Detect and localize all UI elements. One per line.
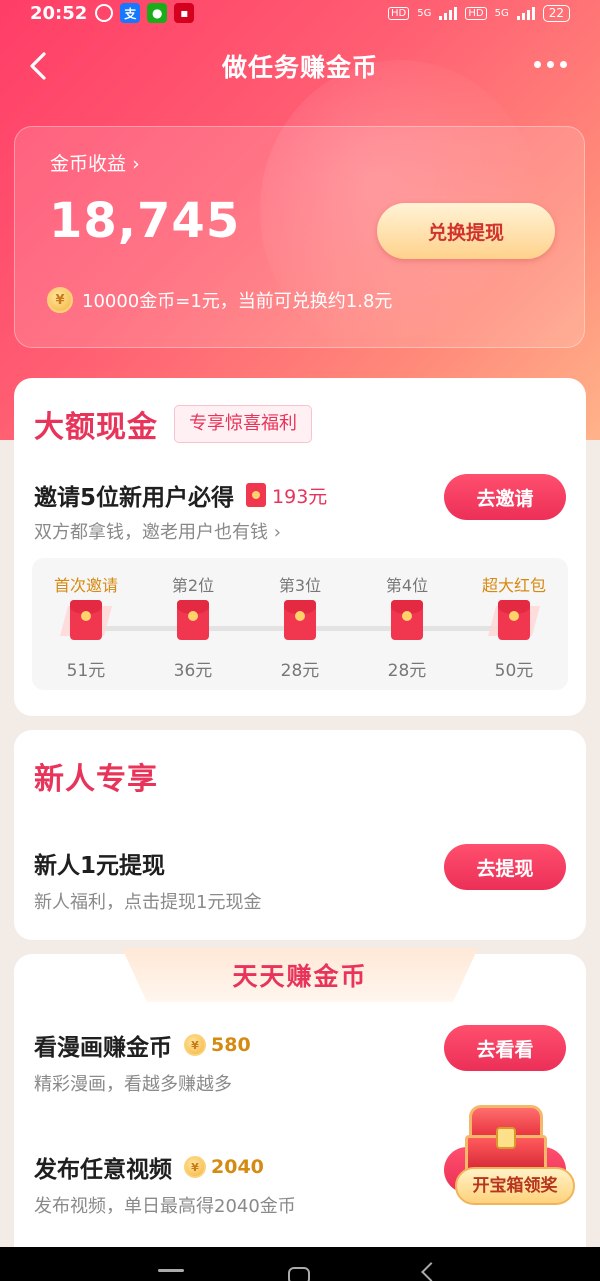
watch-comics-button[interactable]: 去看看: [444, 1025, 566, 1071]
big-cash-card: 大额现金 专享惊喜福利 邀请5位新用户必得 193元 双方都拿钱，邀老用户也有钱…: [14, 378, 586, 716]
invite-task-label: 邀请5位新用户必得: [34, 485, 235, 511]
invite-subtitle-link[interactable]: 双方都拿钱，邀老用户也有钱 ›: [34, 518, 281, 544]
coin-reward: ¥ 2040: [184, 1156, 264, 1178]
status-time: 20:52: [30, 2, 88, 24]
step-label: 首次邀请: [53, 576, 118, 595]
newbie-task-title: 新人1元提现: [34, 853, 166, 879]
big-cash-title: 大额现金: [34, 410, 158, 445]
home-icon[interactable]: [288, 1267, 310, 1281]
newbie-card: 新人专享 新人1元提现 新人福利，点击提现1元现金 去提现: [14, 730, 586, 940]
battery-indicator: 22: [542, 4, 570, 22]
task-title: 看漫画赚金币 ¥ 580: [34, 1028, 251, 1062]
tmall-icon: ▪: [174, 3, 195, 23]
signal-icon: [516, 6, 535, 20]
hd-icon: HD: [465, 6, 487, 20]
wechat-icon: ●: [147, 3, 168, 23]
task-label: 看漫画赚金币: [34, 1035, 172, 1061]
step-amount: 28元: [280, 661, 320, 681]
step-label: 超大红包: [481, 576, 546, 595]
invite-step[interactable]: 超大红包 50元: [464, 572, 564, 681]
alarm-icon: [95, 4, 114, 22]
red-envelope-icon: [498, 600, 530, 640]
coin-reward-amount: 580: [211, 1034, 251, 1056]
red-envelope-icon: [177, 600, 209, 640]
step-label: 第2位: [171, 576, 215, 595]
invite-reward: 193元: [246, 482, 327, 509]
more-icon[interactable]: [534, 54, 570, 74]
menu-icon[interactable]: [158, 1269, 184, 1272]
treasure-chest-widget[interactable]: 开宝箱领奖: [455, 1105, 575, 1209]
red-envelope-icon: [70, 600, 102, 640]
step-amount: 50元: [494, 661, 534, 681]
status-bar: 20:52 支 ● ▪ HD 5G HD 5G 22: [0, 0, 600, 26]
coin-reward: ¥ 580: [184, 1034, 251, 1056]
task-title: 发布任意视频 ¥ 2040: [34, 1150, 264, 1184]
exclusive-benefit-tag: 专享惊喜福利: [174, 405, 312, 443]
coin-earnings-card: 金币收益 › 18,745 兑换提现 ¥ 10000金币=1元，当前可兑换约1.…: [14, 126, 585, 348]
task-label: 发布任意视频: [34, 1157, 172, 1183]
coin-reward-amount: 2040: [211, 1156, 264, 1178]
invite-task-title: 邀请5位新用户必得 193元: [34, 478, 327, 512]
chevron-right-icon: ›: [132, 153, 140, 175]
invite-step[interactable]: 首次邀请 51元: [36, 572, 136, 681]
step-amount: 36元: [173, 661, 213, 681]
lock-icon: [496, 1127, 516, 1149]
system-nav-bar: [0, 1247, 600, 1281]
task-subtitle: 发布视频，单日最高得2040金币: [34, 1196, 296, 1217]
page-title: 做任务赚金币: [221, 53, 378, 82]
invite-reward-amount: 193元: [272, 485, 328, 508]
invite-subtitle: 双方都拿钱，邀老用户也有钱: [34, 522, 268, 543]
newbie-subtitle: 新人福利，点击提现1元现金: [34, 892, 262, 913]
invite-progress-track: 首次邀请 51元 第2位 36元 第3位 28元 第4位 28元 超大红包 50…: [32, 558, 568, 690]
coin-earnings-link[interactable]: 金币收益 ›: [50, 149, 140, 176]
back-icon[interactable]: [24, 50, 56, 82]
coin-icon: ¥: [184, 1034, 206, 1056]
alipay-icon: 支: [120, 3, 141, 23]
withdraw-button[interactable]: 去提现: [444, 844, 566, 890]
network-label: 5G: [494, 7, 509, 19]
red-envelope-icon: [246, 483, 267, 507]
top-bar: 做任务赚金币: [0, 40, 600, 92]
daily-banner-title: 天天赚金币: [232, 962, 368, 991]
invite-button[interactable]: 去邀请: [444, 474, 566, 520]
invite-step[interactable]: 第2位 36元: [143, 572, 243, 681]
step-label: 第4位: [385, 576, 429, 595]
network-label: 5G: [417, 7, 432, 19]
chevron-right-icon: ›: [273, 522, 281, 543]
step-label: 第3位: [278, 576, 322, 595]
coin-icon: ¥: [184, 1156, 206, 1178]
task-subtitle: 精彩漫画，看越多赚越多: [34, 1074, 232, 1095]
newbie-title: 新人专享: [34, 762, 158, 797]
back-icon[interactable]: [421, 1262, 441, 1281]
step-amount: 28元: [387, 661, 427, 681]
treasure-chest-label: 开宝箱领奖: [455, 1167, 575, 1205]
red-envelope-icon: [391, 600, 423, 640]
invite-step[interactable]: 第4位 28元: [357, 572, 457, 681]
daily-banner: 天天赚金币: [122, 948, 478, 1002]
coin-balance: 18,745: [49, 193, 241, 249]
hd-icon: HD: [388, 6, 410, 20]
invite-step[interactable]: 第3位 28元: [250, 572, 350, 681]
step-amount: 51元: [66, 661, 106, 681]
exchange-rate-row: ¥ 10000金币=1元，当前可兑换约1.8元: [47, 287, 392, 313]
exchange-withdraw-button[interactable]: 兑换提现: [377, 203, 555, 259]
coin-icon: ¥: [47, 287, 73, 313]
exchange-rate-text: 10000金币=1元，当前可兑换约1.8元: [82, 291, 393, 312]
signal-icon: [439, 6, 458, 20]
coin-earnings-label: 金币收益: [50, 153, 127, 175]
red-envelope-icon: [284, 600, 316, 640]
